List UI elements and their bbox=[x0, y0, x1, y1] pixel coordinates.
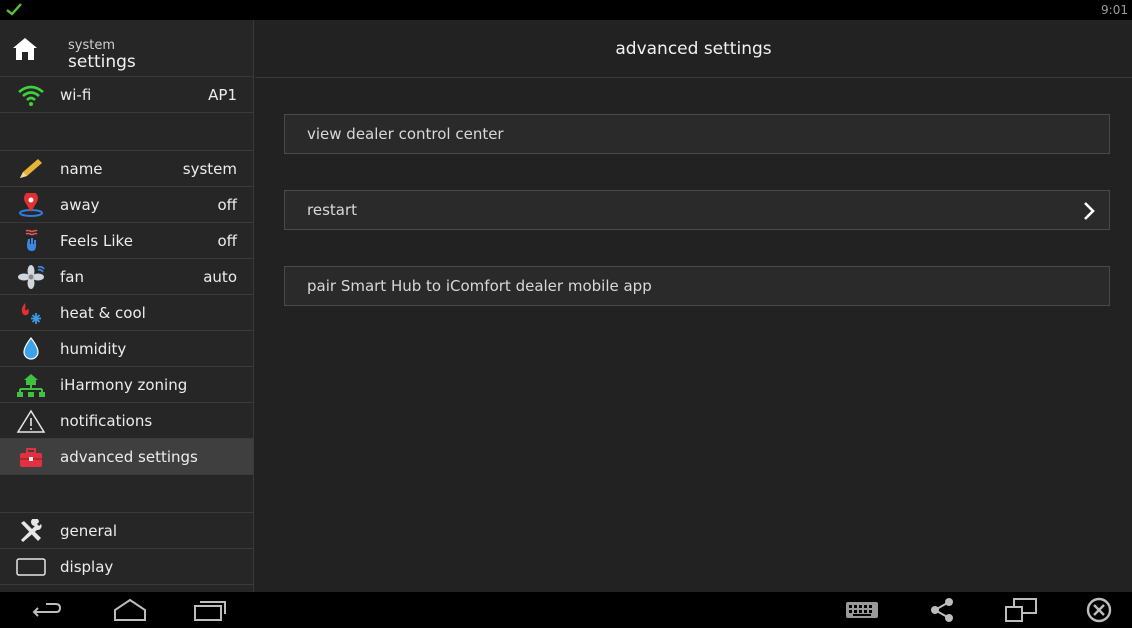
sidebar-item-value: AP1 bbox=[208, 85, 237, 104]
chevron-right-icon bbox=[1084, 202, 1095, 220]
sidebar-item-label: humidity bbox=[60, 339, 127, 358]
sidebar-item-general[interactable]: general bbox=[0, 513, 253, 549]
sidebar-item-label: name bbox=[60, 159, 103, 178]
sidebar-item-advanced-settings[interactable]: advanced settings bbox=[0, 439, 253, 475]
sidebar-item-heat-cool[interactable]: heat & cool bbox=[0, 295, 253, 331]
button-label: view dealer control center bbox=[307, 125, 504, 143]
tools-icon bbox=[21, 519, 42, 542]
sidebar-item-label: wi-fi bbox=[60, 85, 92, 104]
restart-button[interactable]: restart bbox=[284, 190, 1110, 230]
button-label: pair Smart Hub to iComfort dealer mobile… bbox=[307, 277, 652, 295]
wifi-icon bbox=[18, 85, 44, 106]
sidebar-item-label: fan bbox=[60, 267, 84, 286]
sidebar-item-away[interactable]: away off bbox=[0, 187, 253, 223]
sidebar-item-zoning[interactable]: iHarmony zoning bbox=[0, 367, 253, 403]
display-icon bbox=[16, 558, 46, 576]
status-bar: 9:01 bbox=[0, 0, 1132, 20]
sidebar-item-humidity[interactable]: humidity bbox=[0, 331, 253, 367]
sidebar-spacer bbox=[0, 113, 253, 151]
view-dealer-control-center-button[interactable]: view dealer control center bbox=[284, 114, 1110, 154]
check-icon bbox=[6, 3, 22, 16]
sidebar-item-feels-like[interactable]: Feels Like off bbox=[0, 223, 253, 259]
humidity-drop-icon bbox=[23, 337, 39, 360]
main-header: advanced settings bbox=[255, 20, 1132, 78]
button-label: restart bbox=[307, 201, 358, 219]
navigation-bar bbox=[0, 592, 1132, 628]
sidebar-item-value: system bbox=[182, 159, 237, 178]
zoning-icon bbox=[17, 374, 45, 397]
sidebar-spacer bbox=[0, 475, 253, 513]
sidebar-item-label: notifications bbox=[60, 411, 153, 430]
pair-smart-hub-button[interactable]: pair Smart Hub to iComfort dealer mobile… bbox=[284, 266, 1110, 306]
away-pin-icon bbox=[19, 193, 43, 217]
sidebar-item-label: heat & cool bbox=[60, 303, 146, 322]
window-icon[interactable] bbox=[1004, 596, 1038, 624]
pencil-icon bbox=[20, 159, 42, 178]
feels-like-icon bbox=[25, 229, 38, 251]
fan-icon bbox=[18, 265, 45, 289]
home-outline-icon[interactable] bbox=[113, 596, 147, 624]
toolbox-icon bbox=[20, 448, 42, 467]
sidebar-item-label: general bbox=[60, 521, 118, 540]
sidebar-item-wifi[interactable]: wi-fi AP1 bbox=[0, 77, 253, 113]
recent-apps-icon[interactable] bbox=[192, 596, 226, 624]
sidebar-header-small: system bbox=[68, 38, 115, 53]
sidebar-item-value: off bbox=[217, 195, 237, 214]
sidebar-item-value: off bbox=[217, 231, 237, 250]
sidebar-item-display[interactable]: display bbox=[0, 549, 253, 585]
sidebar-item-label: advanced settings bbox=[60, 447, 198, 466]
sidebar-item-fan[interactable]: fan auto bbox=[0, 259, 253, 295]
sidebar-header-title: settings bbox=[68, 52, 136, 72]
warning-icon bbox=[16, 409, 46, 433]
back-icon[interactable] bbox=[30, 596, 64, 624]
sidebar-item-label: iHarmony zoning bbox=[60, 375, 188, 394]
sidebar-item-name[interactable]: name system bbox=[0, 151, 253, 187]
heat-cool-icon bbox=[21, 303, 41, 324]
sidebar-item-value: auto bbox=[203, 267, 237, 286]
share-icon[interactable] bbox=[925, 596, 959, 624]
sidebar: system settings wi-fi AP1 name system aw… bbox=[0, 20, 254, 592]
status-time: 9:01 bbox=[1101, 3, 1128, 17]
sidebar-header[interactable]: system settings bbox=[0, 20, 253, 77]
home-icon bbox=[13, 38, 37, 60]
sidebar-item-label: display bbox=[60, 557, 114, 576]
keyboard-icon[interactable] bbox=[845, 596, 879, 624]
sidebar-item-label: away bbox=[60, 195, 100, 214]
sidebar-item-notifications[interactable]: notifications bbox=[0, 403, 253, 439]
sidebar-item-label: Feels Like bbox=[60, 231, 133, 250]
page-title: advanced settings bbox=[615, 38, 772, 59]
close-circle-icon[interactable] bbox=[1082, 596, 1116, 624]
